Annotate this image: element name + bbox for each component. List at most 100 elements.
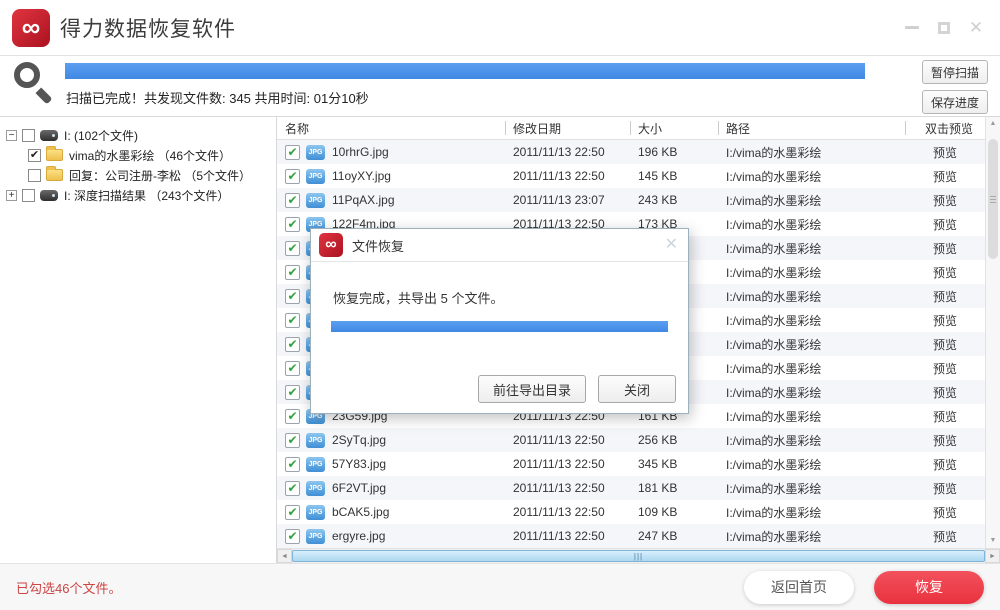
file-checkbox[interactable]: ✔ — [285, 433, 300, 448]
vertical-scroll-thumb[interactable] — [988, 139, 998, 259]
horizontal-scroll-thumb[interactable]: ||| — [292, 550, 985, 562]
check-icon: ✔ — [287, 218, 297, 230]
file-checkbox[interactable]: ✔ — [285, 145, 300, 160]
preview-link[interactable]: 预览 — [905, 260, 985, 284]
file-path: I:/vima的水墨彩绘 — [718, 524, 905, 548]
file-name-cell: ✔ JPG 57Y83.jpg — [277, 452, 505, 476]
preview-link[interactable]: 预览 — [905, 308, 985, 332]
file-checkbox[interactable]: ✔ — [285, 337, 300, 352]
table-row[interactable]: ✔ JPG 57Y83.jpg 2011/11/13 22:50 345 KB … — [277, 452, 985, 476]
scroll-up-icon[interactable]: ▲ — [986, 117, 1000, 131]
file-checkbox[interactable]: ✔ — [285, 241, 300, 256]
preview-link[interactable]: 预览 — [905, 524, 985, 548]
table-row[interactable]: ✔ JPG ergyre.jpg 2011/11/13 22:50 247 KB… — [277, 524, 985, 548]
preview-link[interactable]: 预览 — [905, 452, 985, 476]
dialog-close-icon[interactable]: ✕ — [665, 237, 678, 253]
file-path: I:/vima的水墨彩绘 — [718, 140, 905, 164]
column-header-name[interactable]: 名称 — [277, 117, 505, 139]
preview-link[interactable]: 预览 — [905, 332, 985, 356]
preview-link[interactable]: 预览 — [905, 476, 985, 500]
preview-link[interactable]: 预览 — [905, 164, 985, 188]
file-checkbox[interactable]: ✔ — [285, 505, 300, 520]
column-header-date[interactable]: 修改日期 — [505, 117, 630, 139]
column-header-preview[interactable]: 双击预览 — [905, 117, 985, 139]
jpg-file-icon: JPG — [306, 169, 325, 184]
collapse-icon[interactable]: − — [6, 130, 17, 141]
horizontal-scrollbar[interactable]: ◄ ||| ► — [277, 548, 1000, 563]
file-checkbox[interactable]: ✔ — [285, 313, 300, 328]
minimize-button[interactable] — [904, 20, 920, 36]
file-checkbox[interactable]: ✔ — [285, 385, 300, 400]
preview-link[interactable]: 预览 — [905, 404, 985, 428]
file-checkbox[interactable]: ✔ — [285, 289, 300, 304]
table-row[interactable]: ✔ JPG 11PqAX.jpg 2011/11/13 23:07 243 KB… — [277, 188, 985, 212]
tree-checkbox-drive-i[interactable] — [22, 129, 35, 142]
tree-item-vima-folder[interactable]: ✔ vima的水墨彩绘 （46个文件） — [6, 145, 272, 165]
preview-link[interactable]: 预览 — [905, 140, 985, 164]
file-size: 256 KB — [630, 428, 718, 452]
preview-link[interactable]: 预览 — [905, 356, 985, 380]
dialog-close-button[interactable]: 关闭 — [598, 375, 676, 403]
file-checkbox[interactable]: ✔ — [285, 529, 300, 544]
close-button[interactable]: ✕ — [968, 20, 984, 36]
preview-link[interactable]: 预览 — [905, 212, 985, 236]
vertical-scrollbar[interactable]: ▲ ▼ — [985, 117, 1000, 548]
table-row[interactable]: ✔ JPG 6F2VT.jpg 2011/11/13 22:50 181 KB … — [277, 476, 985, 500]
file-checkbox[interactable]: ✔ — [285, 481, 300, 496]
file-checkbox[interactable]: ✔ — [285, 217, 300, 232]
preview-link[interactable]: 预览 — [905, 284, 985, 308]
scan-section: 扫描已完成！共发现文件数: 345 共用时间: 01分10秒 暂停扫描 保存进度 — [0, 56, 1000, 117]
file-name: 11PqAX.jpg — [332, 193, 395, 207]
pause-scan-button[interactable]: 暂停扫描 — [922, 60, 988, 84]
file-name-cell: ✔ JPG ergyre.jpg — [277, 524, 505, 548]
dialog-progress-fill — [331, 321, 668, 332]
column-header-path[interactable]: 路径 — [718, 117, 905, 139]
file-path: I:/vima的水墨彩绘 — [718, 428, 905, 452]
scroll-down-icon[interactable]: ▼ — [986, 534, 1000, 548]
save-progress-button[interactable]: 保存进度 — [922, 90, 988, 114]
preview-link[interactable]: 预览 — [905, 428, 985, 452]
table-row[interactable]: ✔ JPG 10rhrG.jpg 2011/11/13 22:50 196 KB… — [277, 140, 985, 164]
tree-item-label: vima的水墨彩绘 （46个文件） — [69, 147, 231, 164]
file-path: I:/vima的水墨彩绘 — [718, 260, 905, 284]
tree-item-drive-i[interactable]: − I: (102个文件) — [6, 125, 272, 145]
table-row[interactable]: ✔ JPG 2SyTq.jpg 2011/11/13 22:50 256 KB … — [277, 428, 985, 452]
table-row[interactable]: ✔ JPG 11oyXY.jpg 2011/11/13 22:50 145 KB… — [277, 164, 985, 188]
preview-link[interactable]: 预览 — [905, 236, 985, 260]
search-icon — [12, 62, 56, 112]
maximize-icon — [938, 22, 950, 34]
tree-item-reply-folder[interactable]: 回复：公司注册-李松 （5个文件） — [6, 165, 272, 185]
file-size: 145 KB — [630, 164, 718, 188]
scroll-right-icon[interactable]: ► — [985, 549, 1000, 563]
tree-checkbox-deep-scan[interactable] — [22, 189, 35, 202]
maximize-button[interactable] — [936, 20, 952, 36]
preview-link[interactable]: 预览 — [905, 500, 985, 524]
jpg-file-icon: JPG — [306, 457, 325, 472]
preview-link[interactable]: 预览 — [905, 188, 985, 212]
app-logo-icon: ∞ — [12, 9, 50, 47]
return-home-button[interactable]: 返回首页 — [744, 571, 854, 604]
table-row[interactable]: ✔ JPG bCAK5.jpg 2011/11/13 22:50 109 KB … — [277, 500, 985, 524]
file-checkbox[interactable]: ✔ — [285, 169, 300, 184]
title-bar: ∞ 得力数据恢复软件 ✕ — [0, 0, 1000, 56]
open-export-folder-button[interactable]: 前往导出目录 — [478, 375, 586, 403]
check-icon: ✔ — [287, 194, 297, 206]
file-checkbox[interactable]: ✔ — [285, 193, 300, 208]
check-icon: ✔ — [287, 434, 297, 446]
file-checkbox[interactable]: ✔ — [285, 409, 300, 424]
tree-checkbox-reply[interactable] — [28, 169, 41, 182]
preview-link[interactable]: 预览 — [905, 380, 985, 404]
column-header-size[interactable]: 大小 — [630, 117, 718, 139]
recover-button[interactable]: 恢复 — [874, 571, 984, 604]
expand-icon[interactable]: + — [6, 190, 17, 201]
file-name-cell: ✔ JPG 11oyXY.jpg — [277, 164, 505, 188]
tree-item-deep-scan[interactable]: + I: 深度扫描结果 （243个文件） — [6, 185, 272, 205]
file-size: 109 KB — [630, 500, 718, 524]
tree-checkbox-vima[interactable]: ✔ — [28, 149, 41, 162]
file-date: 2011/11/13 22:50 — [505, 140, 630, 164]
scroll-left-icon[interactable]: ◄ — [277, 549, 292, 563]
file-checkbox[interactable]: ✔ — [285, 457, 300, 472]
file-checkbox[interactable]: ✔ — [285, 361, 300, 376]
dialog-title-bar: ∞ 文件恢复 ✕ — [311, 229, 688, 262]
file-checkbox[interactable]: ✔ — [285, 265, 300, 280]
